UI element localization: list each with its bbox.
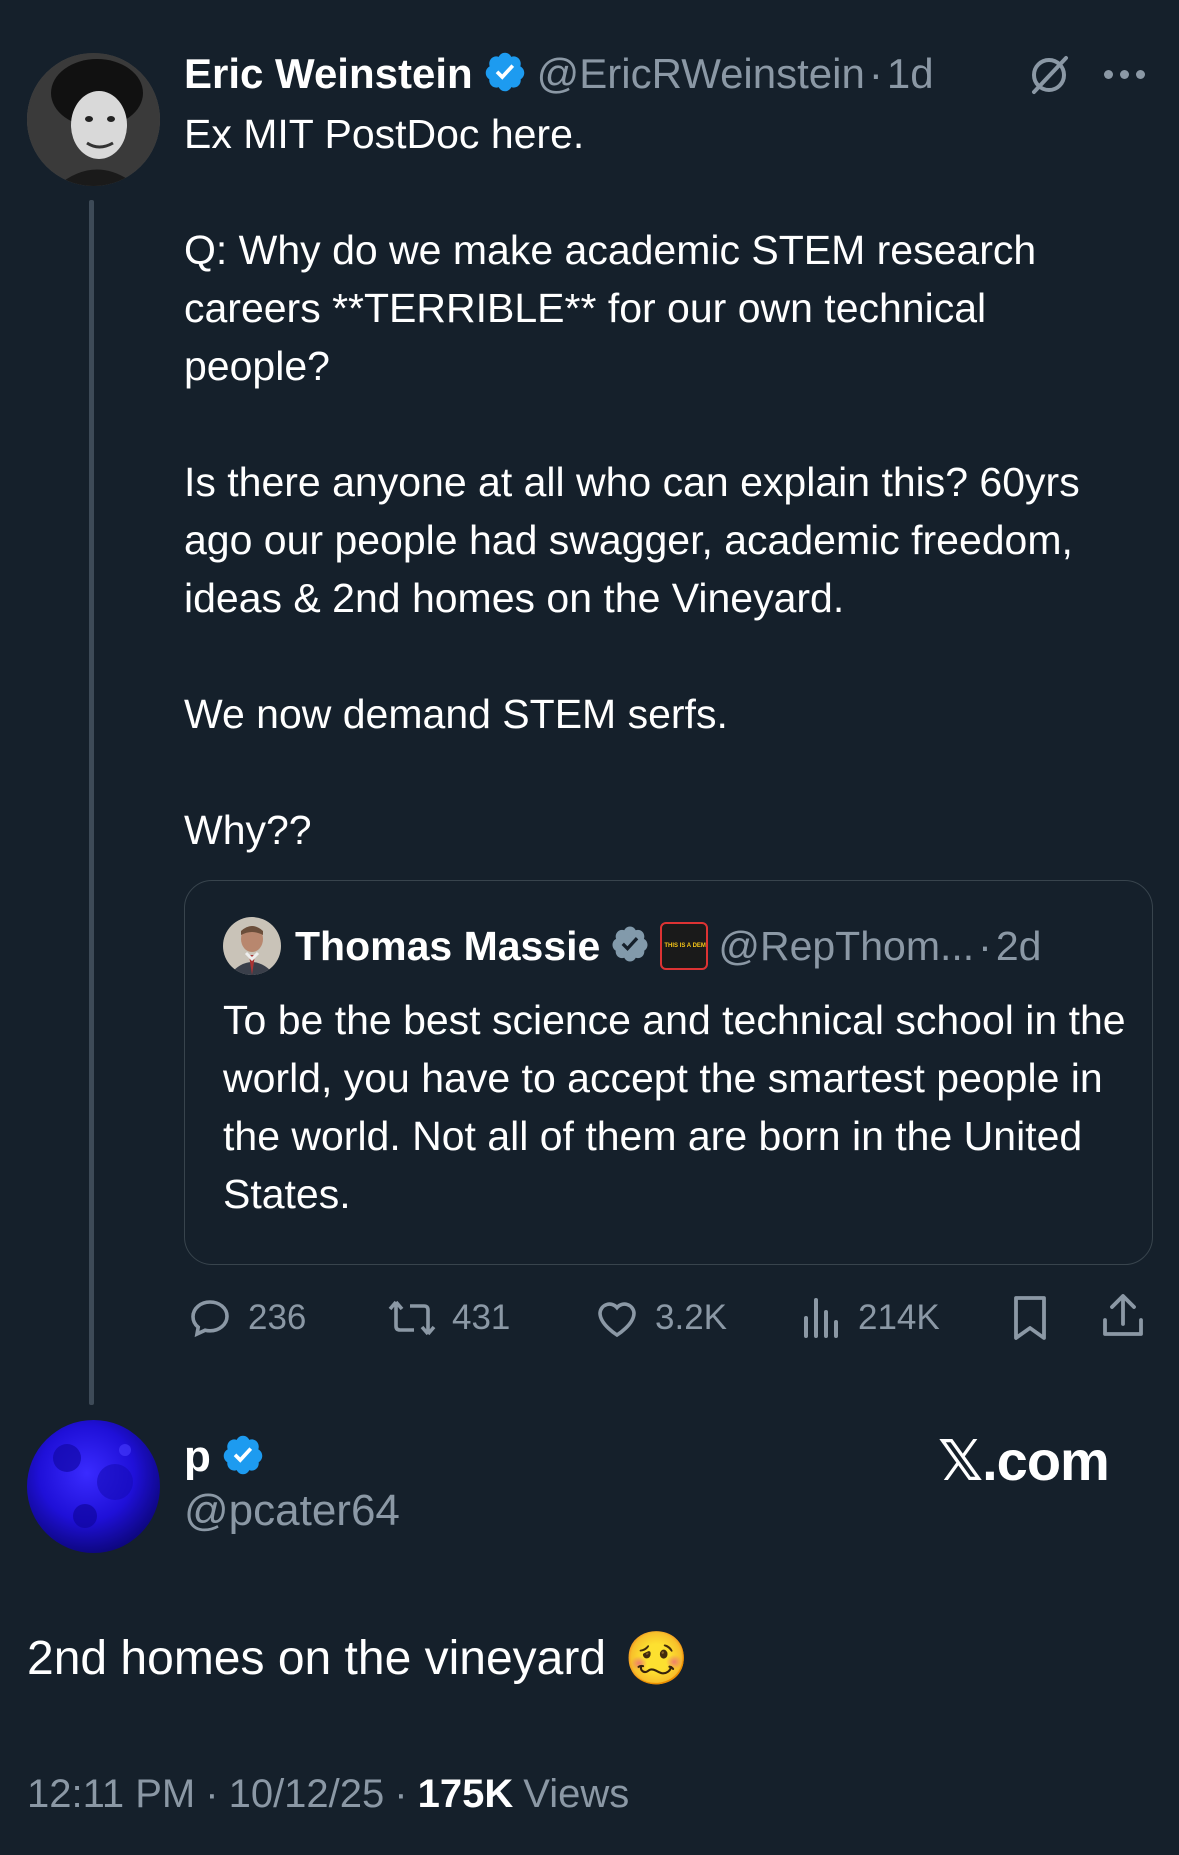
heart-icon [598, 1302, 636, 1338]
quoted-tweet[interactable]: Thomas Massie THIS IS A DEMOCRAT @RepTho… [184, 880, 1153, 1265]
tweet-header: Eric Weinstein @EricRWeinstein · 1d [184, 48, 934, 100]
quoted-tweet-header: Thomas Massie THIS IS A DEMOCRAT @RepTho… [223, 917, 1041, 975]
views-separator: · [394, 1772, 408, 1816]
reply-views-count: 175K [417, 1772, 514, 1816]
verified-badge-icon [483, 50, 527, 99]
reply-verified-badge-icon [221, 1433, 265, 1482]
tweet-action-bar: 236 431 3.2K 214K [186, 1290, 1151, 1346]
reply-text: 2nd homes on the vineyard [27, 1632, 607, 1685]
quoted-tweet-time[interactable]: 2d [996, 923, 1042, 970]
reply-timestamp-row: 12:11 PM · 10/12/25 · 175K Views [27, 1772, 629, 1817]
view-count: 214K [858, 1298, 940, 1337]
reply-author-header: p [184, 1432, 265, 1482]
woozy-face-emoji-icon: 🥴 [624, 1630, 689, 1688]
gray-verified-badge-icon [610, 924, 650, 969]
author-handle[interactable]: @EricRWeinstein [537, 50, 865, 98]
tweet-time[interactable]: 1d [887, 50, 934, 98]
reply-time[interactable]: 12:11 PM [27, 1772, 195, 1817]
share-icon[interactable] [1098, 1290, 1148, 1347]
quoted-author-name[interactable]: Thomas Massie [295, 923, 600, 970]
tweet-text: Ex MIT PostDoc here. Q: Why do we make a… [184, 111, 1080, 853]
affiliation-badge-icon: THIS IS A DEMOCRAT [660, 922, 709, 970]
repost-count: 431 [452, 1298, 511, 1337]
repost-button[interactable]: 431 [386, 1290, 510, 1346]
reply-icon [191, 1300, 229, 1338]
grok-icon[interactable] [1026, 52, 1072, 98]
reply-author-handle[interactable]: @pcater64 [184, 1486, 400, 1536]
like-count: 3.2K [655, 1298, 727, 1337]
reply-count: 236 [248, 1298, 307, 1337]
quoted-tweet-text: To be the best science and technical sch… [223, 997, 1126, 1217]
bookmark-icon[interactable] [1006, 1292, 1054, 1349]
more-options-icon[interactable] [1104, 64, 1148, 84]
quoted-author-handle[interactable]: @RepThom... [718, 923, 974, 970]
reply-author-avatar[interactable] [27, 1420, 160, 1553]
views-chart-icon [804, 1298, 838, 1338]
views-button[interactable]: 214K [800, 1290, 940, 1346]
reply-views-label: Views [523, 1772, 630, 1816]
reply-date[interactable]: 10/12/25 [229, 1772, 385, 1817]
reply-author-name[interactable]: p [184, 1432, 211, 1482]
reply-tweet-text: 2nd homes on the vineyard 🥴 [27, 1628, 689, 1689]
repost-icon [388, 1300, 436, 1336]
header-separator: · [868, 50, 883, 97]
thread-connector-line [89, 200, 94, 1405]
quoted-header-separator: · [978, 922, 992, 969]
x-com-watermark: 𝕏.com [938, 1429, 1110, 1492]
like-button[interactable]: 3.2K [593, 1290, 727, 1346]
timestamp-separator: · [205, 1772, 219, 1816]
reply-button[interactable]: 236 [186, 1290, 306, 1346]
author-name[interactable]: Eric Weinstein [184, 50, 473, 98]
quoted-author-avatar[interactable] [223, 917, 281, 975]
affiliation-badge-text: THIS IS A DEMOCRAT [664, 942, 706, 949]
author-avatar[interactable] [27, 53, 160, 186]
